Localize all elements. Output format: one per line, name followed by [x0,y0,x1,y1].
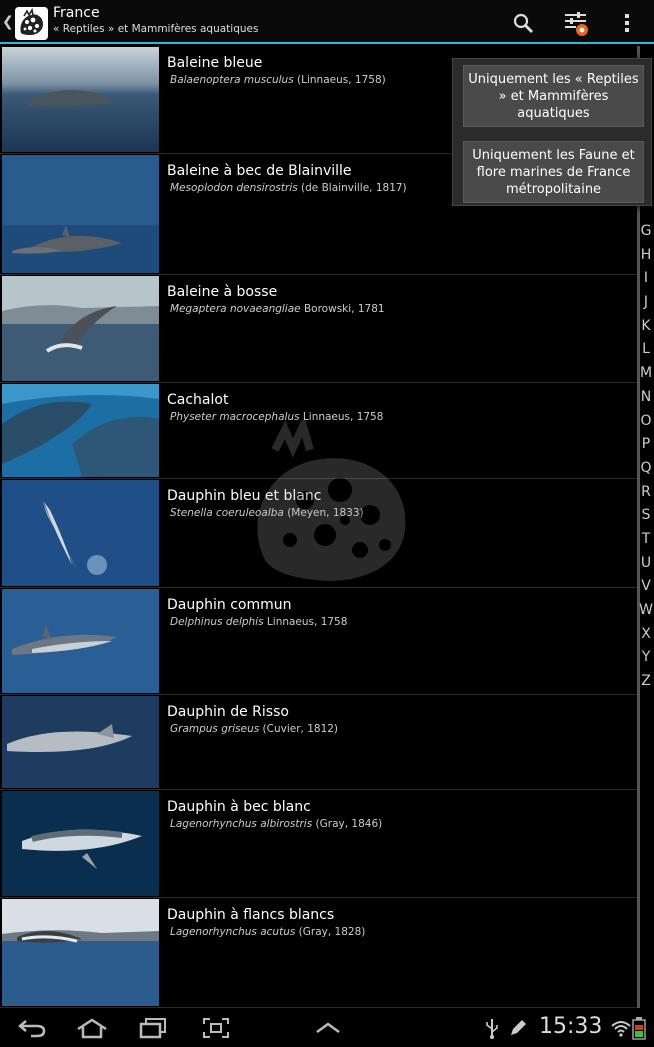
menu-item-marine-france[interactable]: Uniquement les Faune et flore marines de… [463,141,644,203]
species-scientific-name: Balaenoptera musculus (Linnaeus, 1758) [170,74,386,86]
list-item[interactable]: Cachalot Physeter macrocephalus Linnaeus… [0,383,637,479]
index-letter[interactable]: G [638,220,654,244]
species-scientific-name: Lagenorhynchus albirostris (Gray, 1846) [170,818,383,830]
filter-settings-icon[interactable] [561,8,591,38]
species-photo [2,589,159,693]
species-scientific-name: Mesoplodon densirostris (de Blainville, … [170,182,407,194]
species-common-name: Dauphin de Risso [167,704,289,720]
page-title: France [53,5,100,21]
home-icon[interactable] [74,1015,110,1041]
species-photo [2,276,159,381]
species-photo [2,696,159,788]
index-letter[interactable]: M [638,362,654,386]
index-letter[interactable]: H [638,244,654,268]
species-scientific-name: Grampus griseus (Cuvier, 1812) [170,723,339,735]
index-letter[interactable]: K [638,315,654,339]
edit-icon [506,1015,530,1041]
species-common-name: Baleine bleue [167,55,263,71]
species-scientific-name: Lagenorhynchus acutus (Gray, 1828) [170,926,366,938]
species-scientific-name: Megaptera novaeangliae Borowski, 1781 [170,303,385,315]
screenshot-icon[interactable] [198,1015,234,1041]
recent-apps-icon[interactable] [135,1015,171,1041]
species-photo [2,480,159,586]
list-item[interactable]: Dauphin de Risso Grampus griseus (Cuvier… [0,695,637,790]
index-letter[interactable]: U [638,552,654,576]
search-icon[interactable] [508,8,538,38]
species-common-name: Dauphin bleu et blanc [167,488,322,504]
overflow-popup-menu: Uniquement les « Reptiles » et Mammifère… [452,58,652,206]
alphabet-index[interactable]: G H I J K L M N O P Q R S T U V W X Y Z [638,220,654,694]
action-bar: ❮ France « Reptiles » et Mammifères aqua… [0,0,654,44]
back-icon[interactable] [14,1015,50,1041]
species-photo [2,384,159,477]
usb-icon [480,1015,504,1041]
index-letter[interactable]: R [638,481,654,505]
species-photo [2,47,159,152]
species-scientific-name: Physeter macrocephalus Linnaeus, 1758 [170,411,384,423]
index-letter[interactable]: V [638,575,654,599]
index-letter[interactable]: Q [638,457,654,481]
index-letter[interactable]: S [638,504,654,528]
index-letter[interactable]: Z [638,670,654,694]
menu-up-icon[interactable] [310,1015,346,1041]
page-subtitle: « Reptiles » et Mammifères aquatiques [53,23,259,35]
list-item[interactable]: Dauphin à bec blanc Lagenorhynchus albir… [0,790,637,898]
menu-item-reptiles-mammals[interactable]: Uniquement les « Reptiles » et Mammifère… [463,65,644,127]
index-letter[interactable]: P [638,433,654,457]
up-chevron-icon[interactable]: ❮ [2,14,14,30]
index-letter[interactable]: L [638,338,654,362]
index-letter[interactable]: Y [638,646,654,670]
overflow-menu-icon[interactable] [612,8,642,38]
species-common-name: Baleine à bec de Blainville [167,163,352,179]
index-letter[interactable]: I [638,267,654,291]
species-scientific-name: Delphinus delphis Linnaeus, 1758 [170,616,348,628]
list-item[interactable]: Dauphin à flancs blancs Lagenorhynchus a… [0,898,637,1008]
status-clock: 15:33 [539,1014,603,1039]
index-letter[interactable]: N [638,386,654,410]
wifi-icon [610,1015,632,1041]
list-item[interactable]: Dauphin bleu et blanc Stenella coeruleoa… [0,479,637,588]
index-letter[interactable]: X [638,623,654,647]
index-letter[interactable]: J [638,291,654,315]
species-photo [2,899,159,1006]
list-item[interactable]: Baleine à bosse Megaptera novaeangliae B… [0,275,637,383]
index-letter[interactable]: O [638,410,654,434]
index-letter[interactable]: W [638,599,654,623]
battery-icon [630,1015,648,1041]
species-common-name: Dauphin commun [167,597,292,613]
species-common-name: Cachalot [167,392,229,408]
species-common-name: Dauphin à bec blanc [167,799,311,815]
app-logo[interactable] [15,7,48,40]
system-nav-bar: 15:33 [0,1008,654,1047]
species-photo [2,791,159,896]
species-photo [2,155,159,273]
species-common-name: Baleine à bosse [167,284,278,300]
list-item[interactable]: Dauphin commun Delphinus delphis Linnaeu… [0,588,637,695]
index-letter[interactable]: T [638,528,654,552]
species-common-name: Dauphin à flancs blancs [167,907,335,923]
species-scientific-name: Stenella coeruleoalba (Meyen, 1833) [170,507,364,519]
